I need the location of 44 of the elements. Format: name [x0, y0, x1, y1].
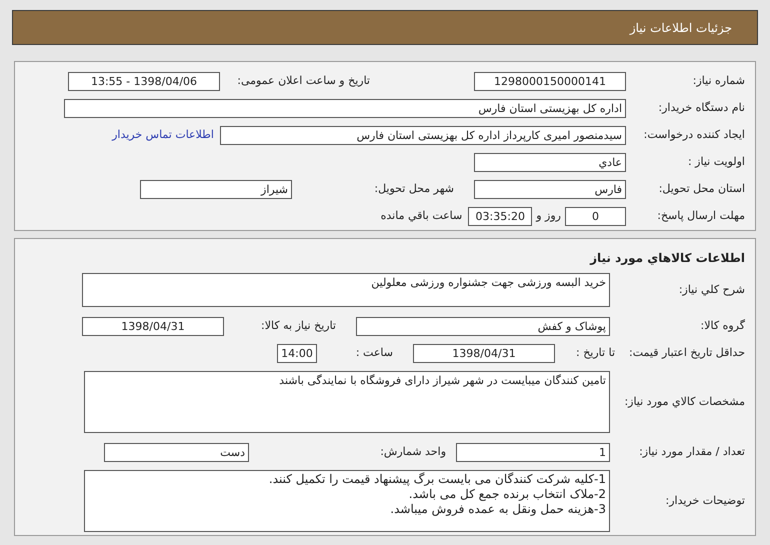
text-field[interactable]: 1398/04/06 - 13:55: [68, 72, 220, 91]
field-label: اولویت نیاز :: [688, 154, 745, 170]
field-label: نام دستگاه خریدار:: [658, 100, 745, 116]
text-field[interactable]: سیدمنصور امیری کارپرداز اداره کل بهزیستی استان فارس: [220, 126, 626, 145]
field-label: استان محل تحویل:: [658, 181, 745, 198]
text-field[interactable]: 14:00: [277, 344, 317, 363]
text-field[interactable]: 1398/04/31: [413, 344, 555, 363]
text-field[interactable]: دست: [104, 443, 249, 462]
field-label: تاریخ و ساعت اعلان عمومی:: [237, 73, 370, 90]
field-label: شماره نیاز:: [692, 73, 745, 90]
text-field[interactable]: 1298000150000141: [474, 72, 626, 91]
text-field[interactable]: 1: [456, 443, 610, 462]
text-field[interactable]: خرید البسه ورزشی جهت جشنواره ورزشی معلولین: [82, 273, 610, 307]
notes-field[interactable]: 1-کلیه شرکت کنندگان می بایست برگ پیشنهاد قیمت را تکمیل کنند. 2-ملاک انتخاب برنده جمع کل می باشد. 3-هزینه حمل ونقل به عمده فروش میباشد.: [84, 470, 610, 532]
field-label: ساعت :: [356, 345, 393, 362]
text-field[interactable]: 03:35:20: [468, 207, 532, 226]
field-label: واحد شمارش:: [380, 444, 446, 460]
field-label: توضیحات خریدار:: [666, 492, 745, 509]
field-label: گروه کالا:: [700, 318, 745, 334]
text-field[interactable]: عادي: [474, 153, 626, 172]
field-label: تعداد / مقدار مورد نیاز:: [639, 444, 745, 460]
note-line: 3-هزینه حمل ونقل به عمده فروش میباشد.: [389, 502, 606, 517]
page-title: جزئیات اطلاعات نیاز: [630, 20, 732, 36]
text-field[interactable]: 0: [565, 207, 626, 226]
text-field[interactable]: شیراز: [140, 180, 292, 199]
text-field[interactable]: پوشاک و کفش: [356, 317, 610, 336]
field-label: تاریخ نیاز به کالا:: [261, 318, 336, 334]
buyer-contact-link[interactable]: اطلاعات تماس خریدار: [112, 127, 214, 144]
field-label: شرح کلي نیاز:: [678, 282, 745, 298]
remaining-label: ساعت باقي مانده: [380, 208, 462, 224]
field-label: تا تاریخ :: [576, 345, 615, 362]
field-label: مهلت ارسال پاسخ:: [657, 208, 745, 224]
text-field[interactable]: 1398/04/31: [82, 317, 224, 336]
section-title: اطلاعات کالاهاي مورد نیاز: [588, 250, 745, 267]
note-line: 2-ملاک انتخاب برنده جمع کل می باشد.: [408, 487, 606, 502]
field-label: شهر محل تحویل:: [374, 181, 454, 198]
text-field[interactable]: تامین کنندگان میبایست در شهر شیراز دارای فروشگاه با نمایندگی باشند: [84, 371, 610, 433]
note-line: 1-کلیه شرکت کنندگان می بایست برگ پیشنهاد قیمت را تکمیل کنند.: [268, 472, 606, 487]
days-label: روز و: [536, 208, 561, 224]
field-label: حداقل تاریخ اعتبار قیمت:: [629, 345, 745, 362]
field-label: ایجاد کننده درخواست:: [644, 127, 745, 144]
text-field[interactable]: اداره کل بهزیستی استان فارس: [64, 99, 626, 118]
text-field[interactable]: فارس: [474, 180, 626, 199]
field-label: مشخصات کالاي مورد نیاز:: [624, 394, 745, 410]
